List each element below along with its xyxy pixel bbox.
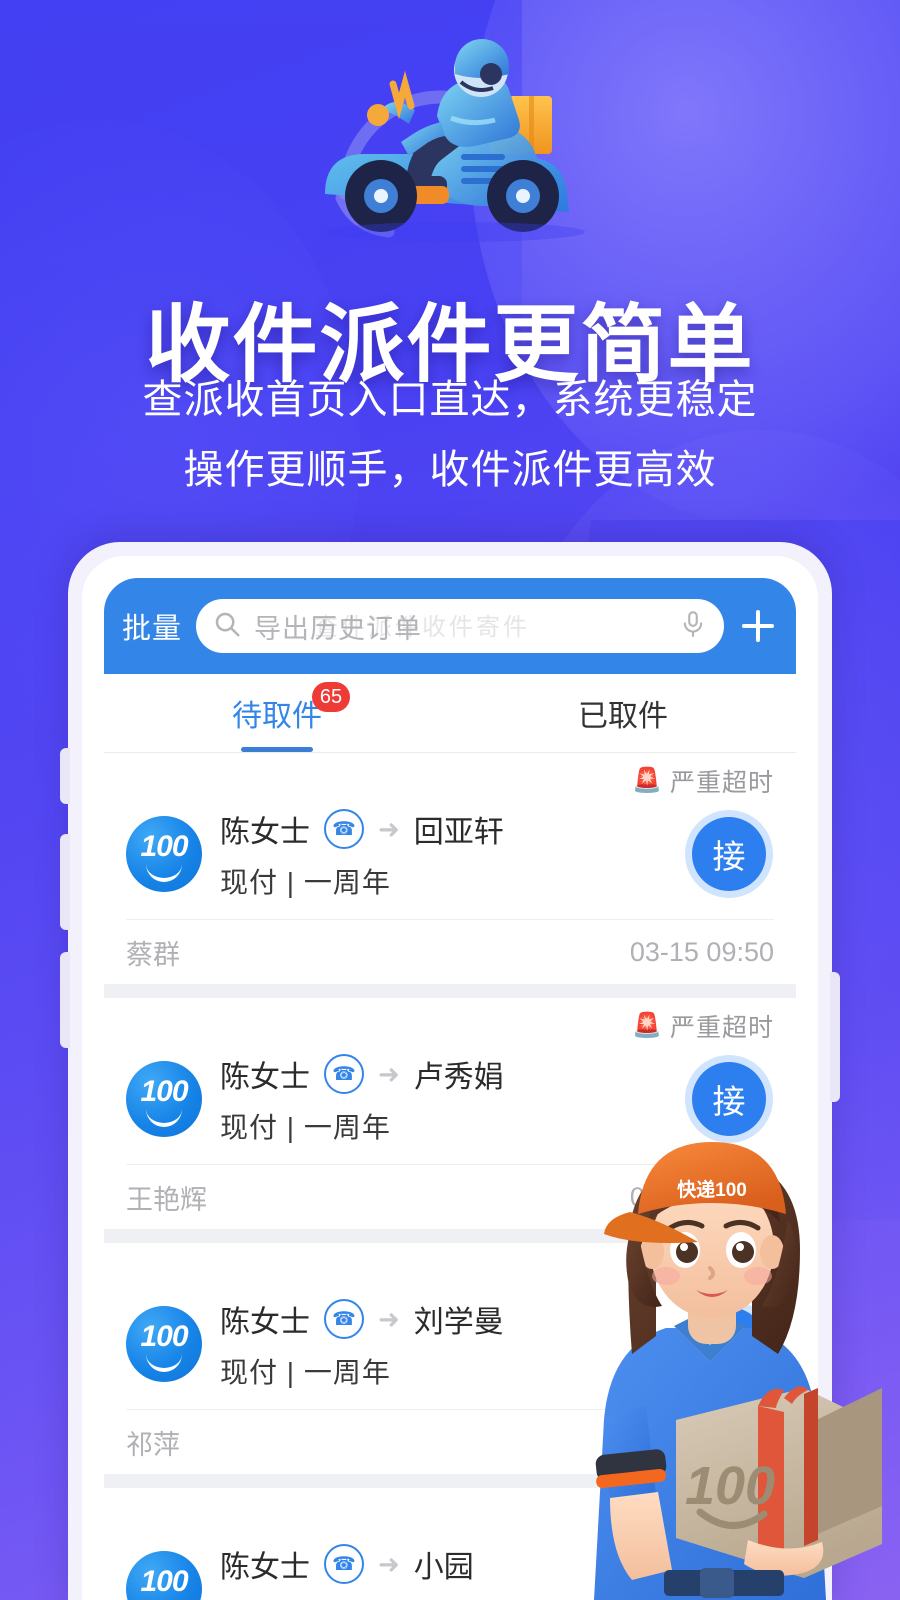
search-ghost-text: 查件派件收件寄件	[314, 614, 531, 641]
order-tabs: 待取件 65 已取件	[104, 674, 796, 753]
order-list-item[interactable]: 🚨 严重超时 100 陈女士 ☎	[104, 1243, 796, 1474]
phone-mockup: 批量 导出历史订单 查件派件收件寄件 待取件 65 已取件 🚨 严重超时 100…	[60, 542, 840, 1600]
siren-icon: 🚨	[632, 1257, 662, 1284]
order-main-row: 100 陈女士 ☎ ➜ 回亚轩 现付 | 一周年 接	[126, 803, 774, 919]
add-order-button[interactable]	[736, 604, 780, 648]
promo-page: 收件派件更简单 查派收首页入口直达，系统更稳定 操作更顺手，收件派件更高效 批量	[0, 0, 900, 1600]
order-route: 陈女士 ☎ ➜ 回亚轩	[220, 807, 674, 851]
smile-arc-icon	[146, 1097, 182, 1127]
phone-call-icon[interactable]: ☎	[324, 1544, 364, 1584]
order-route: 陈女士 ☎ ➜ 卢秀娟	[220, 1052, 674, 1096]
phone-mute-button[interactable]	[60, 748, 70, 804]
phone-call-icon[interactable]: ☎	[324, 1054, 364, 1094]
page-subtitle-line-2: 操作更顺手，收件派件更高效	[183, 448, 717, 492]
phone-volume-up-button[interactable]	[60, 834, 70, 930]
accept-order-button[interactable]: 接	[692, 1307, 766, 1381]
siren-icon: 🚨	[632, 1012, 662, 1039]
tab-pending-pickup-label: 待取件	[232, 700, 322, 733]
kuaidi100-logo-icon: 100	[126, 1551, 202, 1600]
order-names: 陈女士 ☎ ➜ 卢秀娟 现付 | 一周年	[220, 1052, 674, 1146]
order-meta: 现付 | 一周年	[220, 867, 391, 898]
microphone-icon[interactable]	[678, 609, 708, 644]
courier-name: 祁萍	[126, 1429, 180, 1460]
order-footer: 祁萍	[126, 1409, 774, 1474]
order-status: 🚨 严重超时	[126, 1243, 774, 1293]
order-names: 陈女士 ☎ ➜ 刘学曼 现付 | 一周年	[220, 1297, 674, 1391]
order-list: 🚨 严重超时 100 陈女士 ☎ ➜ 回亚轩 现付 | 一周年 接 蔡群 03-…	[104, 753, 796, 1600]
order-status: 🚨 严重超时	[126, 753, 774, 803]
phone-power-button[interactable]	[830, 972, 840, 1102]
order-route: 陈女士 ☎ ➜ 刘学曼	[220, 1297, 674, 1341]
plane-arrow-icon: ➜	[378, 813, 400, 844]
phone-call-icon[interactable]: ☎	[324, 1299, 364, 1339]
siren-icon: 🚨	[632, 767, 662, 794]
list-separator	[104, 1474, 796, 1488]
smile-arc-icon	[146, 1342, 182, 1372]
order-list-item[interactable]: 100 陈女士 ☎ ➜ 小园 现付 | 一周年	[104, 1488, 796, 1600]
order-list-item[interactable]: 🚨 严重超时 100 陈女士 ☎	[104, 753, 796, 984]
sender-name: 陈女士	[220, 1061, 310, 1094]
order-time: 03-15 09:50	[629, 936, 774, 967]
phone-call-icon[interactable]: ☎	[324, 809, 364, 849]
accept-order-button[interactable]: 接	[692, 1062, 766, 1136]
courier-name: 王艳辉	[126, 1184, 207, 1215]
phone-volume-down-button[interactable]	[60, 952, 70, 1048]
smile-arc-icon	[146, 1587, 182, 1600]
plane-arrow-icon: ➜	[378, 1548, 400, 1579]
tab-picked-up[interactable]: 已取件	[450, 674, 796, 752]
kuaidi100-logo-icon: 100	[126, 1061, 202, 1137]
order-names: 陈女士 ☎ ➜ 小园 现付 | 一周年	[220, 1542, 774, 1600]
order-route: 陈女士 ☎ ➜ 小园	[220, 1542, 774, 1586]
sender-name: 陈女士	[220, 1551, 310, 1584]
order-footer: 王艳辉 03-15 09:50	[126, 1164, 774, 1229]
plane-arrow-icon: ➜	[378, 1058, 400, 1089]
accept-order-button[interactable]: 接	[692, 817, 766, 891]
page-subtitle-line-1: 查派收首页入口直达，系统更稳定	[142, 378, 758, 422]
batch-button[interactable]: 批量	[120, 601, 184, 651]
courier-name: 蔡群	[126, 939, 180, 970]
kuaidi100-logo-icon: 100	[126, 1306, 202, 1382]
receiver-name: 卢秀娟	[413, 1061, 504, 1094]
search-icon	[212, 609, 242, 644]
tab-picked-up-label: 已取件	[578, 700, 668, 733]
order-status	[126, 1488, 774, 1538]
phone-bezel: 批量 导出历史订单 查件派件收件寄件 待取件 65 已取件 🚨 严重超时 100…	[82, 556, 818, 1600]
plane-arrow-icon: ➜	[378, 1303, 400, 1334]
tab-active-underline	[241, 747, 313, 752]
order-main-row: 100 陈女士 ☎ ➜ 卢秀娟 现付 | 一周年 接	[126, 1048, 774, 1164]
search-input[interactable]: 导出历史订单 查件派件收件寄件	[196, 599, 724, 653]
smile-arc-icon	[146, 852, 182, 882]
order-main-row: 100 陈女士 ☎ ➜ 小园 现付 | 一周年	[126, 1538, 774, 1600]
order-footer: 蔡群 03-15 09:50	[126, 919, 774, 984]
kuaidi100-logo-icon: 100	[126, 816, 202, 892]
phone-screen: 批量 导出历史订单 查件派件收件寄件 待取件 65 已取件 🚨 严重超时 100…	[104, 578, 796, 1600]
order-names: 陈女士 ☎ ➜ 回亚轩 现付 | 一周年	[220, 807, 674, 901]
app-header: 批量 导出历史订单 查件派件收件寄件	[104, 578, 796, 674]
order-meta: 现付 | 一周年	[220, 1596, 774, 1600]
list-separator	[104, 1229, 796, 1243]
order-main-row: 100 陈女士 ☎ ➜ 刘学曼 现付 | 一周年 接	[126, 1293, 774, 1409]
list-separator	[104, 984, 796, 998]
tab-pending-pickup-badge: 65	[312, 682, 350, 712]
order-meta: 现付 | 一周年	[220, 1357, 391, 1388]
status-badge: 严重超时	[669, 1259, 774, 1287]
status-badge: 严重超时	[669, 769, 774, 797]
sender-name: 陈女士	[220, 816, 310, 849]
order-time: 03-15 09:50	[629, 1181, 774, 1212]
courier-scooter-illustration	[285, 8, 615, 248]
receiver-name: 刘学曼	[413, 1306, 504, 1339]
order-meta: 现付 | 一周年	[220, 1112, 391, 1143]
status-badge: 严重超时	[669, 1014, 774, 1042]
tab-pending-pickup[interactable]: 待取件 65	[104, 674, 450, 752]
order-status: 🚨 严重超时	[126, 998, 774, 1048]
receiver-name: 回亚轩	[413, 816, 504, 849]
order-list-item[interactable]: 🚨 严重超时 100 陈女士 ☎	[104, 998, 796, 1229]
receiver-name: 小园	[413, 1551, 474, 1584]
sender-name: 陈女士	[220, 1306, 310, 1339]
